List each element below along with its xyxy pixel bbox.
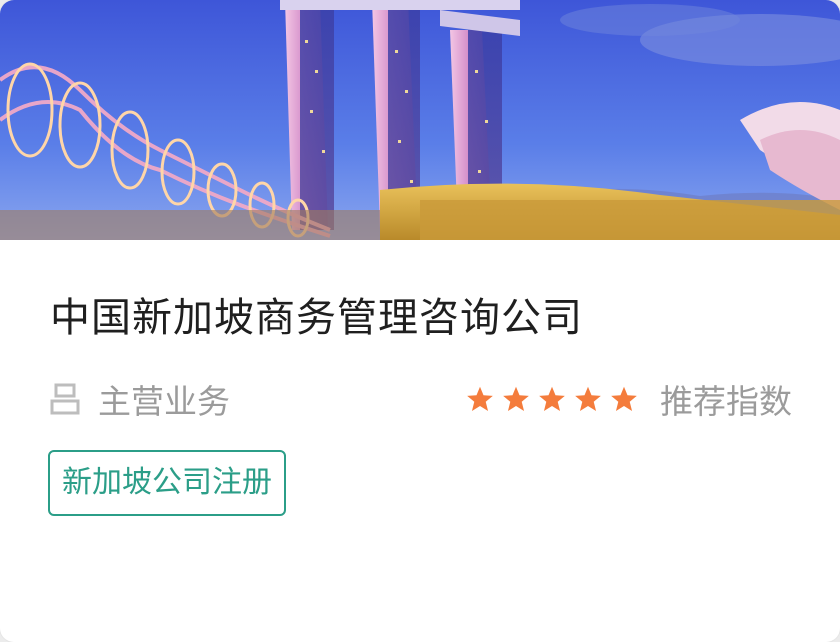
company-title[interactable]: 中国新加坡商务管理咨询公司 <box>50 292 583 344</box>
star-icon <box>539 386 565 412</box>
recommendation-rating: 推荐指数 <box>466 376 792 422</box>
service-tag[interactable]: 新加坡公司注册 <box>48 450 286 516</box>
star-rating <box>466 385 646 413</box>
star-icon <box>503 386 529 412</box>
main-business-label: 主营业务 <box>98 382 230 421</box>
star-icon <box>467 386 493 412</box>
business-icon <box>50 383 80 415</box>
main-business: 主营业务 <box>50 376 230 422</box>
star-icon <box>575 386 601 412</box>
hero-image-singapore-skyline <box>0 0 840 240</box>
company-card[interactable]: 中国新加坡商务管理咨询公司 主营业务 推荐指数 新加坡公司注册 <box>0 0 840 642</box>
rating-label: 推荐指数 <box>660 382 792 421</box>
star-icon <box>611 386 637 412</box>
